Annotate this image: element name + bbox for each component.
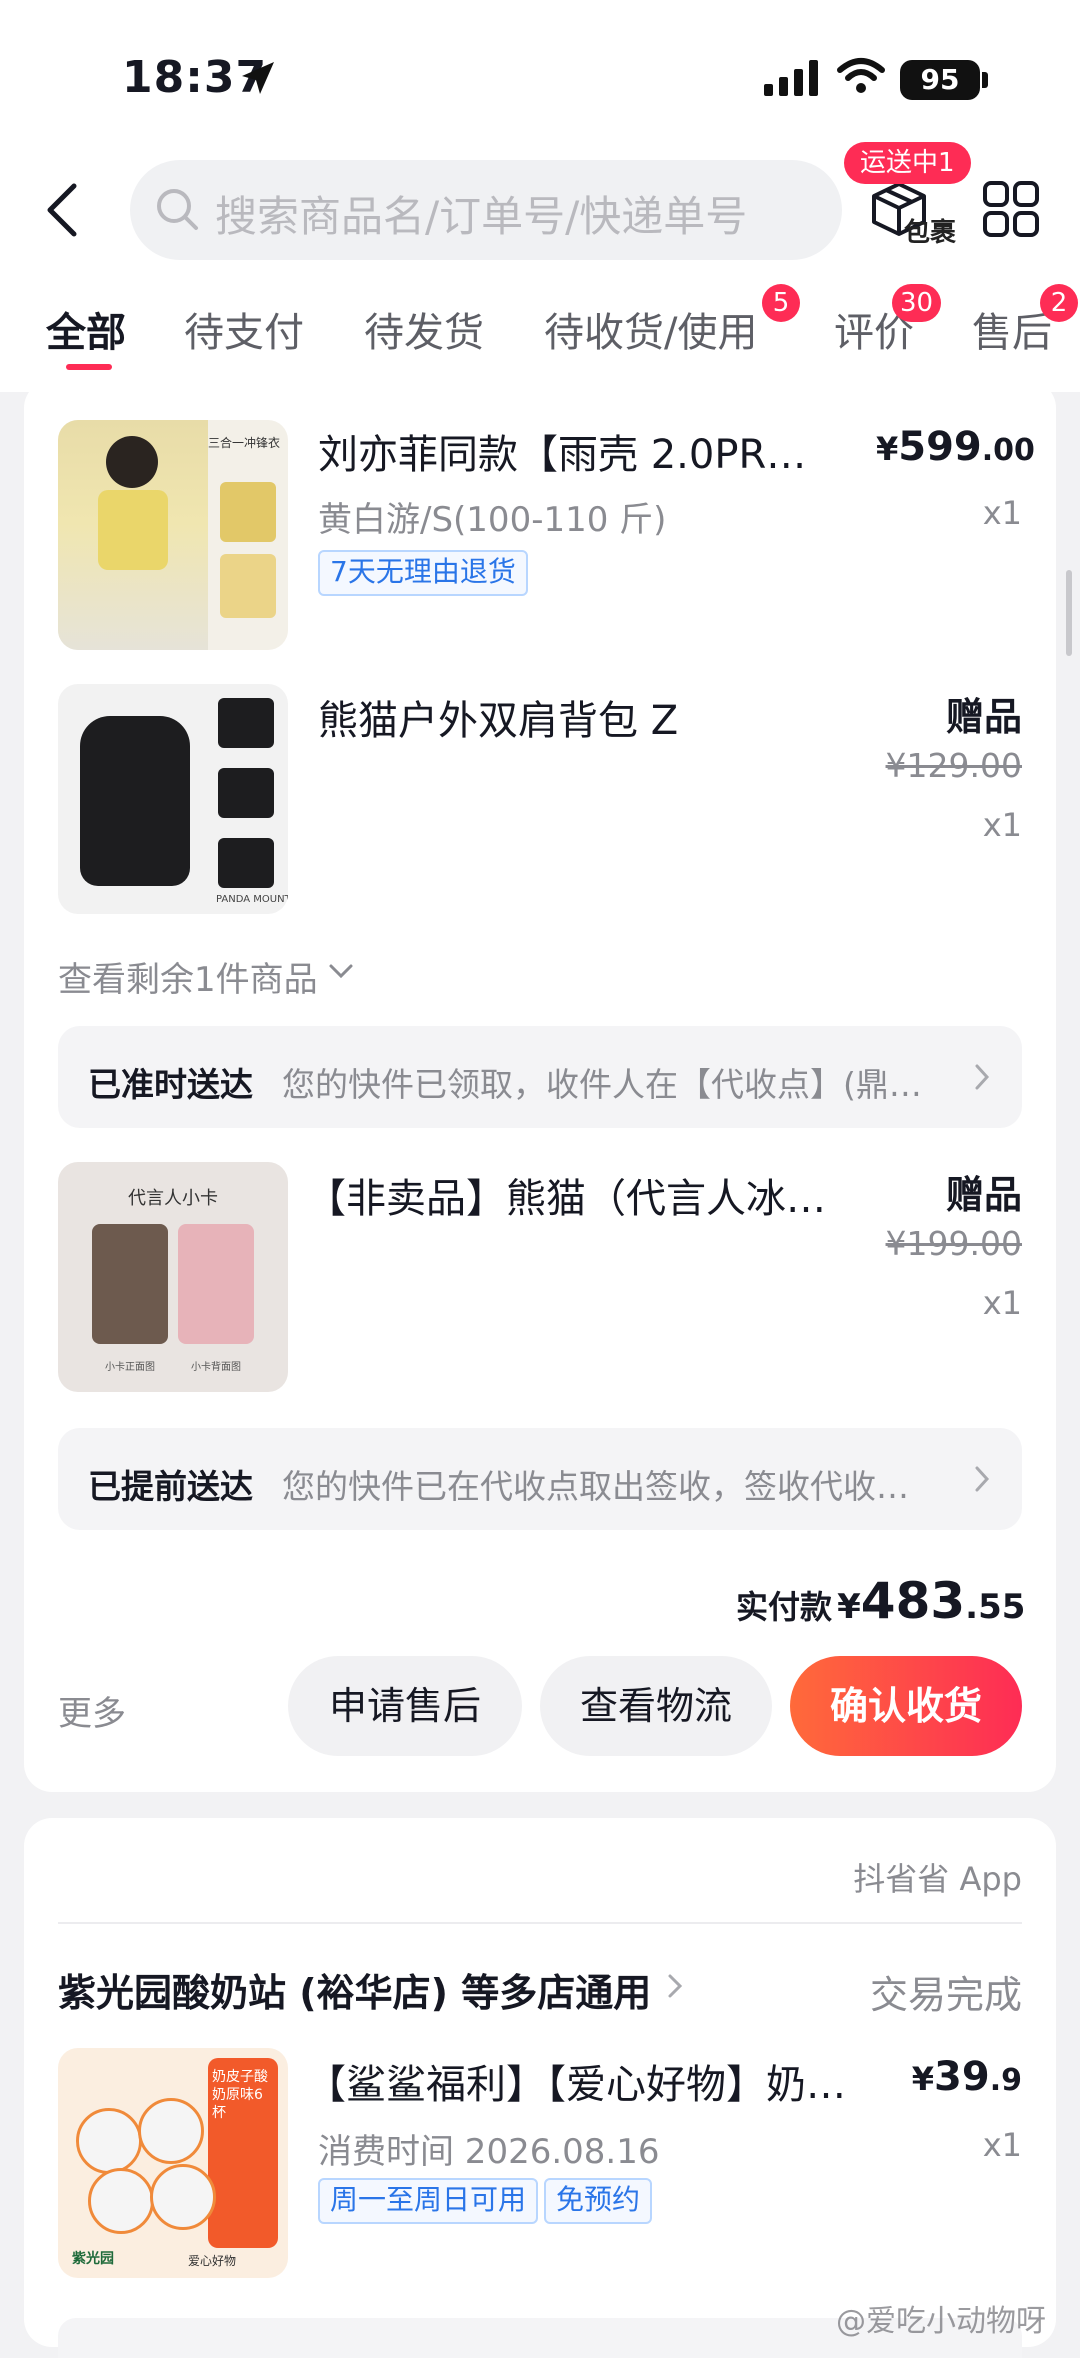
back-arrow-icon[interactable] — [44, 182, 84, 238]
wifi-icon — [837, 58, 885, 93]
apply-after-sale-button[interactable]: 申请售后 — [288, 1656, 522, 1756]
product-title[interactable]: 【鲨鲨福利】【爱心好物】奶… — [306, 2052, 846, 2110]
more-button[interactable]: 更多 — [58, 1686, 126, 1735]
pending-receipt-count-badge: 5 — [762, 284, 800, 322]
delivery-status-text: 您的快件已领取，收件人在【代收点】(鼎… — [282, 1065, 922, 1104]
product-image-badge: 爱心好物 — [188, 2254, 237, 2268]
tab-pending-payment[interactable]: 待支付 — [184, 300, 304, 358]
no-reservation-tag: 免预约 — [544, 2178, 653, 2224]
review-count-badge: 30 — [892, 284, 942, 322]
paid-label: 实付款 — [736, 1588, 833, 1626]
delivery-status-label: 已提前送达 — [88, 1467, 253, 1506]
product-variant: 黄白游/S(100-110 斤) — [318, 500, 667, 540]
chevron-right-icon — [975, 1466, 990, 1492]
product-qty: x1 — [982, 806, 1022, 844]
product-image-photo-card[interactable]: 代言人小卡 小卡正面图 小卡背面图 — [58, 1162, 288, 1392]
view-logistics-button[interactable]: 查看物流 — [540, 1656, 772, 1756]
price-dec: .00 — [981, 433, 1035, 468]
paid-symbol: ¥ — [837, 1587, 861, 1627]
delivery-status-text: 您的快件已在代收点取出签收，签收代收… — [282, 1467, 909, 1506]
store-name[interactable]: 紫光园酸奶站 (裕华店) 等多店通用 — [58, 1962, 651, 2017]
product-image-brand: 紫光园 — [72, 2251, 114, 2267]
product-qty: x1 — [982, 1284, 1022, 1322]
gift-label: 赠品 — [945, 695, 1022, 739]
product-title[interactable]: 熊猫户外双肩背包 Z — [318, 688, 678, 746]
product-title[interactable]: 【非卖品】熊猫（代言人冰… — [306, 1166, 826, 1224]
product-image-backpack[interactable]: PANDA MOUNT — [58, 684, 288, 914]
product-image-caption: 小卡背面图 — [191, 1362, 241, 1373]
availability-tag: 周一至周日可用 — [318, 2178, 539, 2224]
product-image-title: 代言人小卡 — [128, 1188, 218, 1209]
battery-indicator: 95 — [900, 60, 980, 100]
battery-nub — [982, 72, 988, 88]
after-sale-count-badge: 2 — [1040, 284, 1078, 322]
paid-int: 483 — [860, 1572, 966, 1630]
price-int: 39 — [934, 2054, 990, 2100]
confirm-receipt-button[interactable]: 确认收货 — [790, 1656, 1022, 1756]
product-image-caption: 小卡正面图 — [105, 1362, 155, 1373]
chevron-right-icon — [975, 1064, 990, 1090]
scrollbar[interactable] — [1066, 570, 1072, 656]
search-placeholder: 搜索商品名/订单号/快递单号 — [215, 192, 748, 241]
gift-label: 赠品 — [945, 1173, 1022, 1217]
product-price: ¥39.9 — [900, 2054, 1022, 2100]
location-arrow-icon — [242, 62, 274, 94]
watermark: @爱吃小动物呀 — [836, 2304, 1046, 2339]
search-icon — [157, 189, 198, 230]
divider — [58, 1922, 1022, 1924]
cellular-signal-icon — [764, 60, 818, 96]
price-symbol: ¥ — [911, 2060, 935, 2098]
paid-dec: .55 — [965, 1587, 1026, 1627]
price-dec: .9 — [989, 2063, 1022, 2098]
product-price: ¥599.00 — [876, 424, 1035, 470]
shipping-badge: 运送中1 — [844, 142, 971, 184]
price-symbol: ¥ — [876, 430, 899, 468]
chevron-right-icon — [668, 1974, 683, 1998]
delivery-status-label: 已准时送达 — [88, 1065, 253, 1104]
product-image-caption: 三合一冲锋衣 — [208, 436, 281, 450]
grid-menu-icon[interactable] — [982, 180, 1040, 238]
tab-pending-receipt[interactable]: 待收货/使用 — [544, 300, 757, 358]
order-source: 抖省省 App — [853, 1860, 1022, 1898]
return-policy-tag: 7天无理由退货 — [318, 550, 528, 596]
product-qty: x1 — [982, 2126, 1022, 2164]
product-image-caption: 奶皮子酸奶原味6杯 — [212, 2069, 268, 2121]
consume-time: 消费时间 2026.08.16 — [318, 2132, 660, 2172]
price-int: 599 — [898, 424, 982, 470]
product-title[interactable]: 刘亦菲同款【雨壳 2.0PR… — [318, 422, 806, 480]
paid-amount: 实付款 ¥483.55 — [736, 1572, 1026, 1630]
chevron-down-icon — [329, 964, 353, 979]
package-label: 包裹 — [904, 218, 957, 248]
original-price: ¥199.00 — [885, 1224, 1022, 1263]
product-image-jacket[interactable]: 三合一冲锋衣 — [58, 420, 288, 650]
order-status: 交易完成 — [869, 1973, 1022, 2017]
original-price: ¥129.00 — [885, 746, 1022, 785]
product-qty: x1 — [982, 494, 1022, 532]
tab-all[interactable]: 全部 — [46, 300, 126, 358]
product-image-caption: PANDA MOUNT — [216, 894, 288, 905]
product-image-yogurt[interactable]: 奶皮子酸奶原味6杯 紫光园 爱心好物 — [58, 2048, 288, 2278]
view-more-items-link[interactable]: 查看剩余1件商品 — [58, 952, 318, 1001]
tab-pending-shipment[interactable]: 待发货 — [364, 300, 484, 358]
tab-active-underline — [66, 364, 112, 370]
